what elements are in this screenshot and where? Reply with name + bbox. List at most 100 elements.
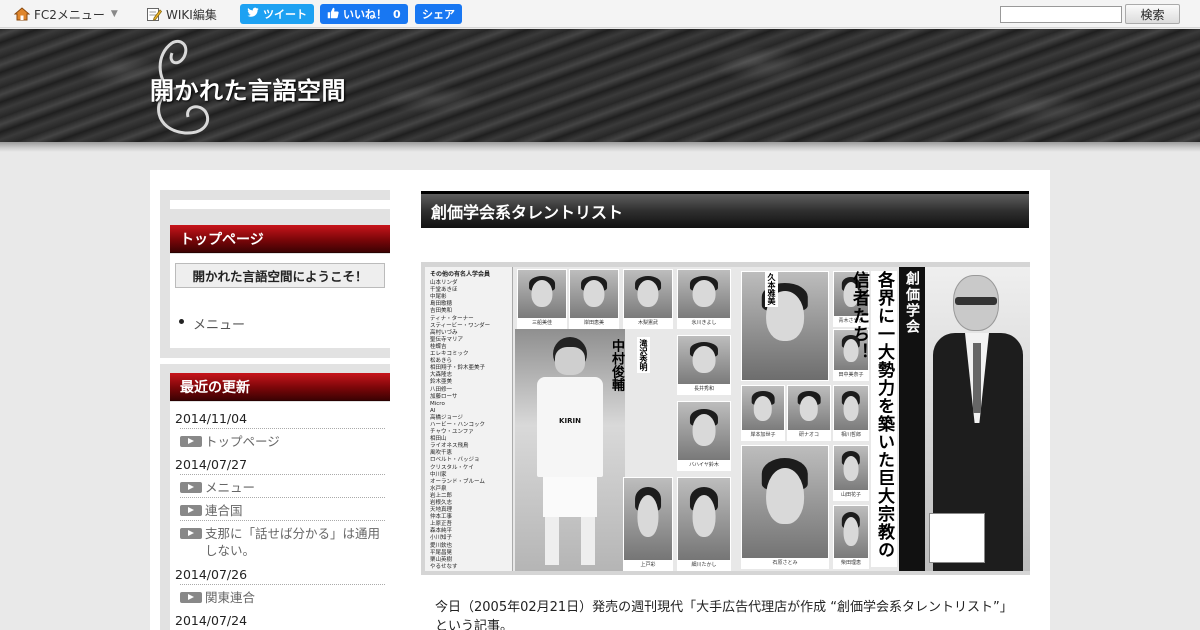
member-name: 中川家	[430, 471, 447, 478]
member-name: スティービー・ワンダー	[430, 322, 491, 329]
thumbs-up-icon	[327, 7, 339, 22]
update-date: 2014/07/26	[175, 567, 248, 582]
celebrity-thumbnail: 木梨憲武	[623, 269, 673, 329]
update-date: 2014/07/27	[175, 457, 248, 472]
share-button[interactable]: シェア	[415, 4, 462, 24]
home-icon	[13, 6, 31, 22]
thumbnail-caption: 上戸彩	[624, 560, 672, 570]
member-list: その他の有名人学会員 山本リンダ 千堂あきほ 中尾彬 島田歌穂 吉田美和 ティナ・ターナー…	[425, 267, 513, 571]
entry-title[interactable]: 創価学会系タレントリスト	[421, 191, 1029, 228]
site-header: 開かれた言語空間	[0, 29, 1200, 142]
update-date: 2014/11/04	[175, 411, 248, 426]
member-name: 水戸泉	[430, 485, 447, 492]
update-item[interactable]: トップページ	[180, 428, 385, 450]
fc2-menu-label: FC2メニュー	[34, 7, 105, 22]
search-button[interactable]: 検索	[1125, 4, 1180, 24]
update-item[interactable]: 支那に「話せば分かる」は通用しない。	[180, 520, 385, 559]
sidebar-recent-heading: 最近の更新	[170, 373, 390, 401]
thumbnail-caption: 田中美奈子	[834, 370, 868, 380]
thumbnail-caption: 岸本加世子	[742, 430, 784, 440]
player-photo: KIRIN 中村俊輔	[515, 329, 625, 571]
member-name: 小川知子	[430, 535, 453, 542]
member-name: AI	[430, 407, 436, 414]
leader-photo	[925, 267, 1030, 571]
video-icon	[180, 482, 202, 493]
sidebar-spacer	[170, 200, 390, 209]
video-icon	[180, 505, 202, 516]
member-name: クリスタル・ケイ	[430, 464, 474, 471]
video-icon	[180, 592, 202, 603]
fc2-toolbar: FC2メニュー ▼ WIKI編集 ツイート いいね！ 0 シェア 検索	[0, 0, 1200, 28]
thumbnail-caption: 石原さとみ	[742, 558, 828, 568]
side-name-label: 久本雅美	[765, 271, 778, 307]
thumbnail-caption: 相川哲郎	[834, 430, 868, 440]
member-name: 鈴木亜美	[430, 379, 453, 386]
update-item[interactable]: 関東連合	[180, 584, 385, 606]
wiki-edit-label: WIKI編集	[166, 7, 217, 22]
member-name: オーランド・ブルーム	[430, 478, 485, 485]
header-divider	[0, 142, 1200, 152]
update-date: 2014/07/24	[175, 613, 248, 628]
magazine-scan-image: その他の有名人学会員 山本リンダ 千堂あきほ 中尾彬 島田歌穂 吉田美和 ティナ・ターナー…	[425, 267, 1030, 571]
site-title[interactable]: 開かれた言語空間	[150, 71, 346, 106]
member-name: 岩上二郎	[430, 492, 453, 499]
wiki-edit-link[interactable]: WIKI編集	[146, 5, 217, 23]
thumbnail-caption: 細川たかし	[678, 560, 730, 570]
celebrity-thumbnail: 研ナオコ	[787, 385, 831, 441]
celebrity-thumbnail: バハイヤ鈴木	[677, 401, 731, 471]
celebrity-thumbnail: 細川たかし	[677, 477, 731, 571]
member-name: 吉田美和	[430, 308, 453, 315]
sidebar-toppage-heading: トップページ	[170, 225, 390, 253]
member-name: 八田修一	[430, 386, 453, 393]
celebrity-photo	[741, 271, 829, 381]
celebrity-thumbnail: 柴田理恵	[833, 505, 869, 569]
member-name: 桂蝶吉	[430, 343, 447, 350]
update-item[interactable]: 連合国	[180, 497, 385, 519]
like-count: 0	[393, 7, 401, 21]
tweet-label: ツイート	[263, 8, 307, 21]
celebrity-thumbnail: 三船美佳	[517, 269, 567, 329]
extra-name-label: 滝沢秀明	[637, 337, 650, 373]
thumbnail-caption: 長井秀和	[678, 384, 730, 394]
celebrity-thumbnail: 氷川きよし	[677, 269, 731, 329]
article-body: 今日（2005年02月21日）発売の週刊現代「大手広告代理店が作成 “創価学会系…	[435, 600, 1013, 630]
member-list-heading: その他の有名人学会員	[430, 271, 491, 278]
player-kit-text: KIRIN	[559, 417, 581, 425]
member-name: 加藤ローサ	[430, 393, 458, 400]
video-icon	[180, 436, 202, 447]
tweet-button[interactable]: ツイート	[240, 4, 314, 24]
celebrity-thumbnail: 石原さとみ	[741, 445, 829, 569]
celebrity-thumbnail: 山田花子	[833, 445, 869, 501]
member-name: ティナ・ターナー	[430, 315, 474, 322]
fc2-menu[interactable]: FC2メニュー ▼	[13, 5, 118, 23]
member-name: 高村いづみ	[430, 329, 458, 336]
member-name: やるせなす	[430, 563, 458, 570]
thumbnail-caption: 氷川きよし	[678, 318, 730, 328]
headline-vertical-copy: 各界に一大勢力を築いた巨大宗教の信者たち！	[849, 271, 897, 567]
thumbnail-caption: バハイヤ鈴木	[678, 460, 730, 470]
sidebar-item-menu[interactable]: メニュー	[178, 314, 245, 333]
twitter-bird-icon	[247, 7, 259, 21]
member-name: 高橋ジョージ	[430, 414, 463, 421]
thumbnail-caption: 岸田恵美	[570, 318, 618, 328]
share-label: シェア	[422, 8, 455, 21]
like-label: いいね！	[343, 8, 387, 21]
celebrity-thumbnail: 岸田恵美	[569, 269, 619, 329]
welcome-link[interactable]: 開かれた言語空間にようこそ！	[175, 263, 385, 288]
headline-banner: 創価学会	[899, 267, 925, 571]
thumbnail-caption: 研ナオコ	[788, 430, 830, 440]
edit-icon	[146, 6, 163, 22]
member-name: ロベルト・バッジョ	[430, 457, 480, 464]
celebrity-thumbnail: 長井秀和	[677, 335, 731, 395]
update-item[interactable]: メニュー	[180, 474, 385, 496]
search-input[interactable]	[1000, 6, 1122, 23]
thumbnail-caption: 柴田理恵	[834, 558, 868, 568]
thumbnail-caption: 山田花子	[834, 490, 868, 500]
chevron-down-icon: ▼	[110, 9, 118, 19]
member-name: 平尾昌晃	[430, 549, 453, 556]
member-name: Micro	[430, 400, 445, 407]
video-icon	[180, 528, 202, 539]
member-name: 聖伝寺マリア	[430, 336, 464, 343]
like-button[interactable]: いいね！ 0	[320, 4, 408, 24]
celebrity-thumbnail: 上戸彩	[623, 477, 673, 571]
